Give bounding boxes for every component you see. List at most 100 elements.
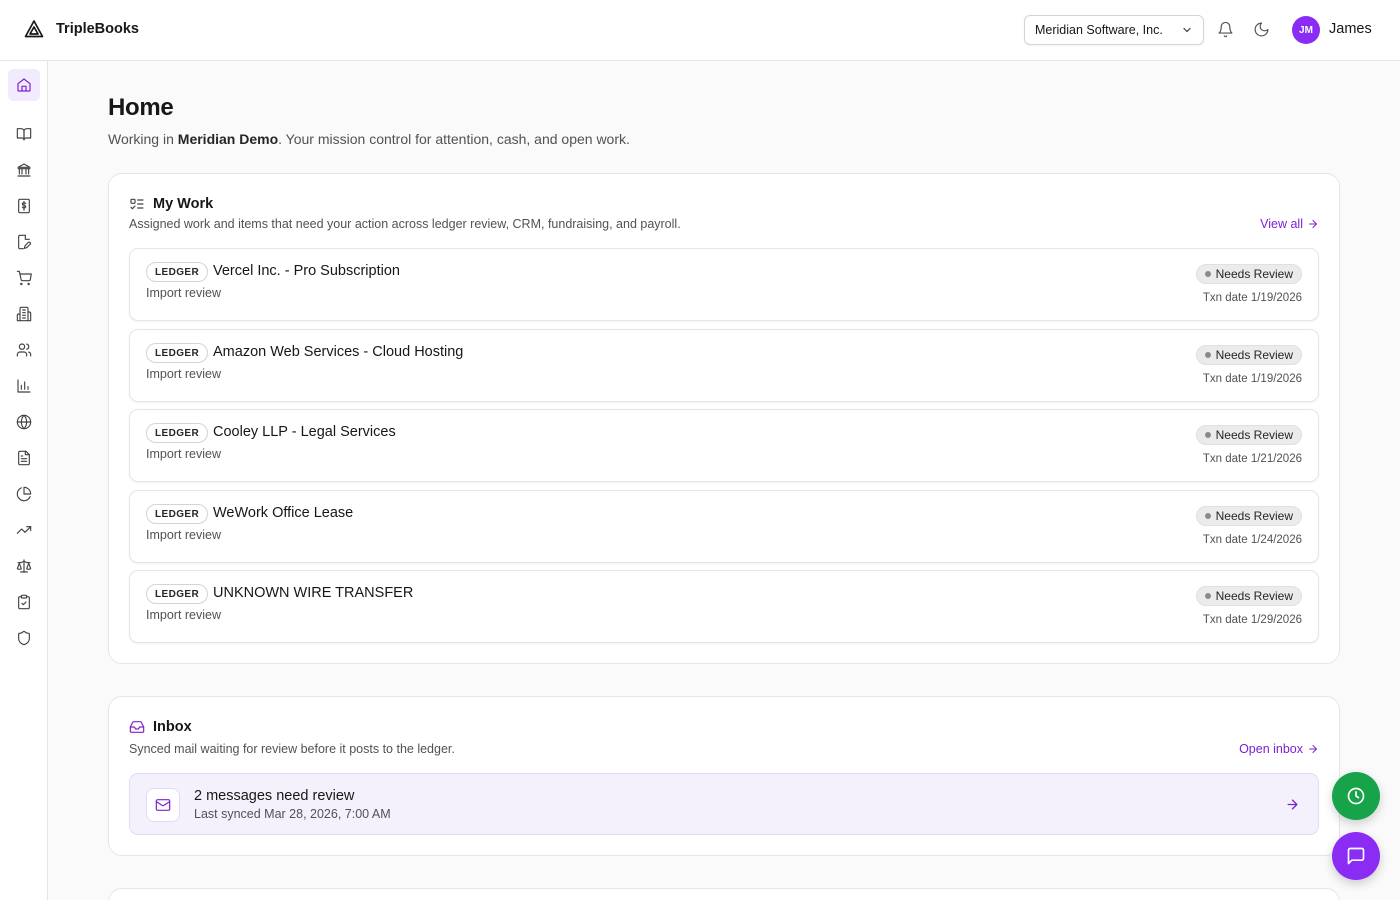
chevron-down-icon: [1183, 27, 1191, 33]
history-fab-button[interactable]: [1332, 772, 1380, 820]
brand-name: TripleBooks: [56, 21, 139, 37]
list-todo-icon: [130, 198, 144, 210]
work-item-subtitle: Import review: [146, 367, 222, 381]
page-subtitle: Working in Meridian Demo. Your mission c…: [108, 131, 630, 147]
dollar-receipt-icon: [18, 198, 30, 214]
clock-icon: [1347, 787, 1365, 805]
top-bar: TripleBooks Meridian Software, Inc. JM J…: [0, 0, 1400, 61]
arrow-right-icon: [1287, 799, 1298, 810]
inbox-messages-row[interactable]: 2 messages need review Last synced Mar 2…: [129, 773, 1319, 835]
work-item-title: Amazon Web Services - Cloud Hosting: [213, 344, 464, 360]
users-icon: [16, 343, 32, 357]
sidebar-item-home[interactable]: [8, 69, 40, 101]
sidebar: [0, 61, 48, 900]
status-label: Needs Review: [1215, 267, 1293, 281]
work-item-subtitle: Import review: [146, 286, 222, 300]
sidebar-item-reports[interactable]: [8, 370, 40, 402]
work-item[interactable]: LEDGER Vercel Inc. - Pro Subscription Im…: [129, 248, 1319, 321]
sidebar-item-contacts[interactable]: [8, 334, 40, 366]
work-item-subtitle: Import review: [146, 608, 222, 622]
work-item-title: UNKNOWN WIRE TRANSFER: [213, 585, 414, 601]
txn-date: Txn date 1/19/2026: [1202, 373, 1302, 385]
status-badge: Needs Review: [1195, 425, 1302, 445]
sidebar-item-global[interactable]: [8, 406, 40, 438]
chat-fab-button[interactable]: [1332, 832, 1380, 880]
clipboard-check-icon: [18, 594, 30, 610]
sidebar-item-organization[interactable]: [8, 298, 40, 330]
shield-icon: [18, 630, 30, 646]
work-item[interactable]: LEDGER UNKNOWN WIRE TRANSFER Import revi…: [129, 570, 1319, 643]
moon-icon[interactable]: [1253, 21, 1270, 38]
scale-icon: [16, 559, 32, 573]
my-work-title: My Work: [153, 196, 214, 212]
trending-up-icon: [16, 526, 32, 534]
workspace-name: Meridian Demo: [177, 131, 279, 147]
org-selector-value: Meridian Software, Inc.: [1035, 23, 1163, 37]
status-badge: Needs Review: [1195, 586, 1302, 606]
arrow-right-icon: [1309, 745, 1317, 753]
work-item[interactable]: LEDGER WeWork Office Lease Import review…: [129, 490, 1319, 563]
next-card: [108, 888, 1340, 900]
building-icon: [16, 306, 32, 322]
status-badge: Needs Review: [1195, 506, 1302, 526]
page-title: Home: [108, 94, 174, 121]
work-item[interactable]: LEDGER Amazon Web Services - Cloud Hosti…: [129, 329, 1319, 402]
bar-chart-icon: [17, 379, 31, 393]
status-label: Needs Review: [1215, 428, 1293, 442]
inbox-header: Inbox: [129, 719, 192, 735]
status-badge: Needs Review: [1195, 264, 1302, 284]
sidebar-item-documents[interactable]: [8, 442, 40, 474]
sidebar-item-purchases[interactable]: [8, 262, 40, 294]
sidebar-item-tasks[interactable]: [8, 586, 40, 618]
inbox-icon: [129, 721, 145, 733]
work-item-subtitle: Import review: [146, 447, 222, 461]
page-subtitle-suffix: . Your mission control for attention, ca…: [278, 131, 630, 147]
edit-document-icon: [18, 234, 31, 250]
sidebar-item-invoices[interactable]: [8, 190, 40, 222]
sidebar-item-analytics[interactable]: [8, 478, 40, 510]
user-name[interactable]: James: [1329, 21, 1372, 37]
file-text-icon: [18, 450, 30, 466]
status-dot: [1204, 352, 1211, 358]
status-dot: [1204, 432, 1211, 438]
home-icon: [17, 78, 31, 92]
bell-icon[interactable]: [1217, 21, 1234, 38]
sidebar-item-trends[interactable]: [8, 514, 40, 546]
org-selector[interactable]: Meridian Software, Inc.: [1024, 15, 1204, 45]
status-dot: [1204, 513, 1211, 519]
arrow-right-icon: [1309, 220, 1317, 228]
txn-date: Txn date 1/24/2026: [1202, 534, 1302, 546]
bank-icon: [17, 163, 31, 177]
inbox-row-title: 2 messages need review: [194, 788, 355, 804]
sidebar-item-compliance[interactable]: [8, 550, 40, 582]
view-all-link[interactable]: View all: [1260, 217, 1319, 231]
status-badge: Needs Review: [1195, 345, 1302, 365]
open-inbox-label: Open inbox: [1239, 742, 1303, 756]
ledger-badge: LEDGER: [146, 584, 209, 604]
work-item-title: Vercel Inc. - Pro Subscription: [213, 263, 400, 279]
page-subtitle-prefix: Working in: [108, 131, 178, 147]
work-item-title: WeWork Office Lease: [213, 505, 354, 521]
mail-icon-box: [146, 788, 180, 822]
brand[interactable]: TripleBooks: [24, 19, 139, 39]
chat-icon: [1347, 847, 1365, 865]
work-item-title: Cooley LLP - Legal Services: [213, 424, 396, 440]
triangle-logo-icon: [24, 20, 44, 38]
txn-date: Txn date 1/19/2026: [1202, 292, 1302, 304]
work-item[interactable]: LEDGER Cooley LLP - Legal Services Impor…: [129, 409, 1319, 482]
sidebar-item-banking[interactable]: [8, 154, 40, 186]
mail-icon: [155, 799, 171, 811]
sidebar-item-book[interactable]: [8, 118, 40, 150]
inbox-row-subtitle: Last synced Mar 28, 2026, 7:00 AM: [194, 807, 391, 821]
globe-icon: [16, 414, 32, 430]
ledger-badge: LEDGER: [146, 504, 209, 524]
my-work-description: Assigned work and items that need your a…: [129, 217, 681, 231]
inbox-card: Inbox Synced mail waiting for review bef…: [108, 696, 1340, 856]
avatar[interactable]: JM: [1292, 16, 1320, 44]
pie-chart-icon: [16, 486, 32, 502]
open-inbox-link[interactable]: Open inbox: [1239, 742, 1319, 756]
txn-date: Txn date 1/29/2026: [1202, 614, 1302, 626]
sidebar-item-security[interactable]: [8, 622, 40, 654]
sidebar-item-notes[interactable]: [8, 226, 40, 258]
my-work-card: My Work Assigned work and items that nee…: [108, 173, 1340, 664]
